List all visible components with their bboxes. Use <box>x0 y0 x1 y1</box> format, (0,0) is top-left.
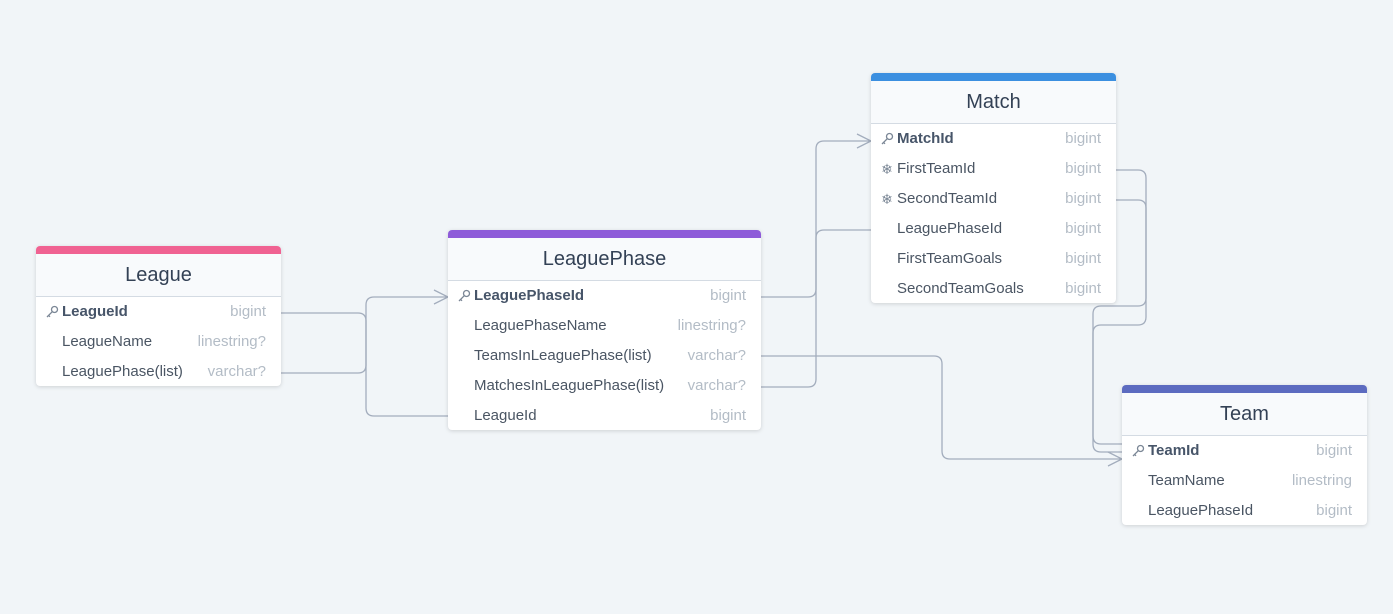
connector-leaguephase-to-match <box>761 229 871 298</box>
field-name: TeamsInLeaguePhase(list) <box>474 347 652 364</box>
field-row[interactable]: LeaguePhaseId bigint <box>1122 496 1367 525</box>
field-name: LeaguePhase(list) <box>62 363 183 380</box>
field-type: varchar? <box>687 347 746 364</box>
table-color-bar <box>448 230 761 238</box>
field-type: linestring? <box>677 317 746 334</box>
field-name: SecondTeamGoals <box>897 280 1024 297</box>
table-title: LeaguePhase <box>448 238 761 281</box>
field-type: linestring? <box>197 333 266 350</box>
field-row[interactable]: TeamName linestring <box>1122 466 1367 496</box>
field-row[interactable]: LeaguePhase(list) varchar? <box>36 357 281 386</box>
diagram-canvas[interactable]: League LeagueId bigint LeagueName linestrin… <box>0 0 1393 614</box>
crowfoot-match <box>856 133 873 149</box>
field-name: LeaguePhaseName <box>474 317 607 334</box>
field-name: LeaguePhaseId <box>474 287 585 304</box>
field-name: LeaguePhaseId <box>897 220 1003 237</box>
table-league-phase[interactable]: LeaguePhase LeaguePhaseId bigint LeaguePha… <box>448 230 761 430</box>
table-match[interactable]: Match MatchId bigint ❄ FirstTeamId bigint ❄ Se… <box>871 73 1116 303</box>
field-type: bigint <box>1065 130 1101 147</box>
table-color-bar <box>871 73 1116 81</box>
field-row[interactable]: LeagueId bigint <box>448 401 761 430</box>
field-type: varchar? <box>687 377 746 394</box>
table-league[interactable]: League LeagueId bigint LeagueName linestrin… <box>36 246 281 386</box>
field-name: SecondTeamId <box>897 190 998 207</box>
field-row[interactable]: TeamsInLeaguePhase(list) varchar? <box>448 341 761 371</box>
key-icon <box>456 281 472 311</box>
field-row[interactable]: FirstTeamGoals bigint <box>871 244 1116 274</box>
field-type: bigint <box>1065 160 1101 177</box>
field-name: TeamName <box>1148 472 1225 489</box>
field-type: bigint <box>710 287 746 304</box>
table-title: Match <box>871 81 1116 124</box>
field-type: bigint <box>1065 190 1101 207</box>
field-type: bigint <box>1316 502 1352 519</box>
snowflake-icon: ❄ <box>881 191 893 207</box>
connector-league-to-leaguephase <box>281 312 448 417</box>
key-icon <box>44 297 60 327</box>
field-row[interactable]: LeaguePhaseId bigint <box>871 214 1116 244</box>
field-type: linestring <box>1291 472 1352 489</box>
field-row[interactable]: ❄ SecondTeamId bigint <box>871 184 1116 214</box>
field-type: bigint <box>710 407 746 424</box>
field-name: MatchesInLeaguePhase(list) <box>474 377 665 394</box>
table-title: League <box>36 254 281 297</box>
field-type: bigint <box>1065 220 1101 237</box>
field-row[interactable]: LeagueId bigint <box>36 297 281 327</box>
field-row[interactable]: TeamId bigint <box>1122 436 1367 466</box>
connector-teams-list-to-team <box>761 355 1122 460</box>
field-name: LeagueId <box>474 407 537 424</box>
key-icon <box>879 124 895 154</box>
table-team[interactable]: Team TeamId bigint TeamName linestring Leagu… <box>1122 385 1367 525</box>
field-name: LeaguePhaseId <box>1148 502 1254 519</box>
field-name: FirstTeamId <box>897 160 976 177</box>
field-name: TeamId <box>1148 442 1200 459</box>
field-type: bigint <box>230 303 266 320</box>
field-row[interactable]: MatchesInLeaguePhase(list) varchar? <box>448 371 761 401</box>
field-row[interactable]: LeaguePhaseName linestring? <box>448 311 761 341</box>
field-name: MatchId <box>897 130 954 147</box>
field-row[interactable]: LeaguePhaseId bigint <box>448 281 761 311</box>
field-type: bigint <box>1316 442 1352 459</box>
snowflake-icon: ❄ <box>881 161 893 177</box>
connector-league-list-to-leaguephase <box>281 296 448 374</box>
field-name: LeagueName <box>62 333 153 350</box>
crowfoot-team <box>1107 451 1124 467</box>
crowfoot-leaguephase <box>433 289 450 305</box>
field-row[interactable]: SecondTeamGoals bigint <box>871 274 1116 303</box>
field-name: LeagueId <box>62 303 128 320</box>
field-type: varchar? <box>207 363 266 380</box>
connector-matches-list-to-match <box>761 140 871 388</box>
field-row[interactable]: MatchId bigint <box>871 124 1116 154</box>
field-type: bigint <box>1065 250 1101 267</box>
table-color-bar <box>36 246 281 254</box>
field-type: bigint <box>1065 280 1101 297</box>
table-color-bar <box>1122 385 1367 393</box>
field-name: FirstTeamGoals <box>897 250 1003 267</box>
field-row[interactable]: ❄ FirstTeamId bigint <box>871 154 1116 184</box>
table-title: Team <box>1122 393 1367 436</box>
field-row[interactable]: LeagueName linestring? <box>36 327 281 357</box>
key-icon <box>1130 436 1146 466</box>
